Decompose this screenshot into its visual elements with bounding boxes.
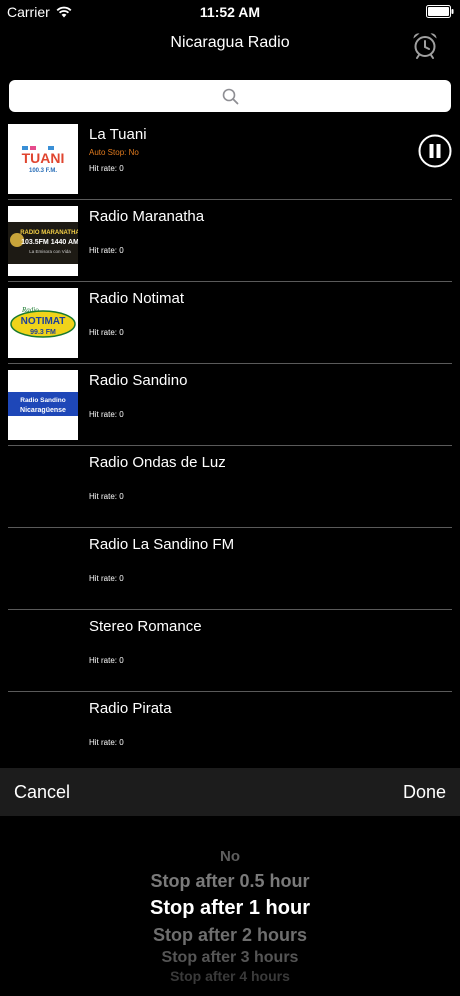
station-row[interactable]: Radio La Sandino FM Hit rate: 0 <box>0 528 460 610</box>
station-row[interactable]: Stereo Romance Hit rate: 0 <box>0 610 460 692</box>
pause-icon[interactable] <box>418 134 452 168</box>
radio-notimat-logo: Radio NOTIMAT 99.3 FM <box>8 288 78 358</box>
radio-sandino-logo: Radio Sandino Nicaragüense <box>8 370 78 440</box>
picker-option[interactable]: Stop after 2 hours <box>0 925 460 946</box>
radio-maranatha-logo: RADIO MARANATHA 103.5FM 1440 AM La Emiso… <box>8 206 78 276</box>
svg-text:La Emisora con Vida: La Emisora con Vida <box>29 249 71 254</box>
svg-text:Radio Sandino: Radio Sandino <box>20 397 66 404</box>
status-time: 11:52 AM <box>199 4 261 20</box>
hit-rate: Hit rate: 0 <box>89 164 124 173</box>
picker-toolbar: Cancel Done <box>0 768 460 816</box>
hit-rate: Hit rate: 0 <box>89 574 124 583</box>
station-name: Radio La Sandino FM <box>89 536 235 553</box>
done-button[interactable]: Done <box>403 782 446 803</box>
page-title: Nicaragua Radio <box>170 34 290 51</box>
station-name: Stereo Romance <box>89 618 202 635</box>
la-tuani-logo: TUANI 100.3 F.M. <box>8 124 78 194</box>
svg-text:99.3 FM: 99.3 FM <box>30 329 56 336</box>
station-row[interactable]: Radio Ondas de Luz Hit rate: 0 <box>0 446 460 528</box>
svg-text:NOTIMAT: NOTIMAT <box>21 316 66 327</box>
auto-stop-status: Auto Stop: No <box>89 148 139 157</box>
hit-rate: Hit rate: 0 <box>89 738 124 747</box>
station-row[interactable]: TUANI 100.3 F.M. La Tuani Auto Stop: No … <box>0 118 460 200</box>
station-name: Radio Notimat <box>89 290 185 307</box>
hit-rate: Hit rate: 0 <box>89 328 124 337</box>
hit-rate: Hit rate: 0 <box>89 492 124 501</box>
battery-icon <box>426 5 454 18</box>
picker-option[interactable]: Stop after 4 hours <box>0 968 460 984</box>
station-row[interactable]: Radio NOTIMAT 99.3 FM Radio Notimat Hit … <box>0 282 460 364</box>
station-name: Radio Pirata <box>89 700 172 717</box>
svg-text:100.3 F.M.: 100.3 F.M. <box>29 168 57 174</box>
picker-option-selected[interactable]: Stop after 1 hour <box>0 897 460 920</box>
alarm-clock-icon[interactable] <box>410 30 440 60</box>
svg-text:RADIO MARANATHA: RADIO MARANATHA <box>20 230 78 236</box>
hit-rate: Hit rate: 0 <box>89 656 124 665</box>
picker-option[interactable]: No <box>0 848 460 865</box>
search-input[interactable] <box>9 80 451 112</box>
svg-text:TUANI: TUANI <box>22 150 65 166</box>
svg-text:Nicaragüense: Nicaragüense <box>20 407 66 414</box>
cancel-button[interactable]: Cancel <box>14 782 70 803</box>
picker-option[interactable]: Stop after 0.5 hour <box>0 871 460 892</box>
station-row[interactable]: RADIO MARANATHA 103.5FM 1440 AM La Emiso… <box>0 200 460 282</box>
station-name: Radio Sandino <box>89 372 188 389</box>
station-name: Radio Ondas de Luz <box>89 454 226 471</box>
hit-rate: Hit rate: 0 <box>89 246 124 255</box>
station-row[interactable]: Radio Sandino Nicaragüense Radio Sandino… <box>0 364 460 446</box>
auto-stop-picker[interactable]: No Stop after 0.5 hour Stop after 1 hour… <box>0 816 460 996</box>
station-name: Radio Maranatha <box>89 208 205 225</box>
station-row[interactable]: Radio Pirata Hit rate: 0 <box>0 692 460 774</box>
hit-rate: Hit rate: 0 <box>89 410 124 419</box>
station-list[interactable]: TUANI 100.3 F.M. La Tuani Auto Stop: No … <box>0 118 460 774</box>
picker-option[interactable]: Stop after 3 hours <box>0 949 460 967</box>
navigation-bar: Nicaragua Radio <box>0 24 460 68</box>
search-icon <box>222 88 238 104</box>
status-bar: Carrier 11:52 AM <box>0 0 460 24</box>
station-name: La Tuani <box>89 126 147 143</box>
svg-text:103.5FM 1440 AM: 103.5FM 1440 AM <box>21 239 78 246</box>
